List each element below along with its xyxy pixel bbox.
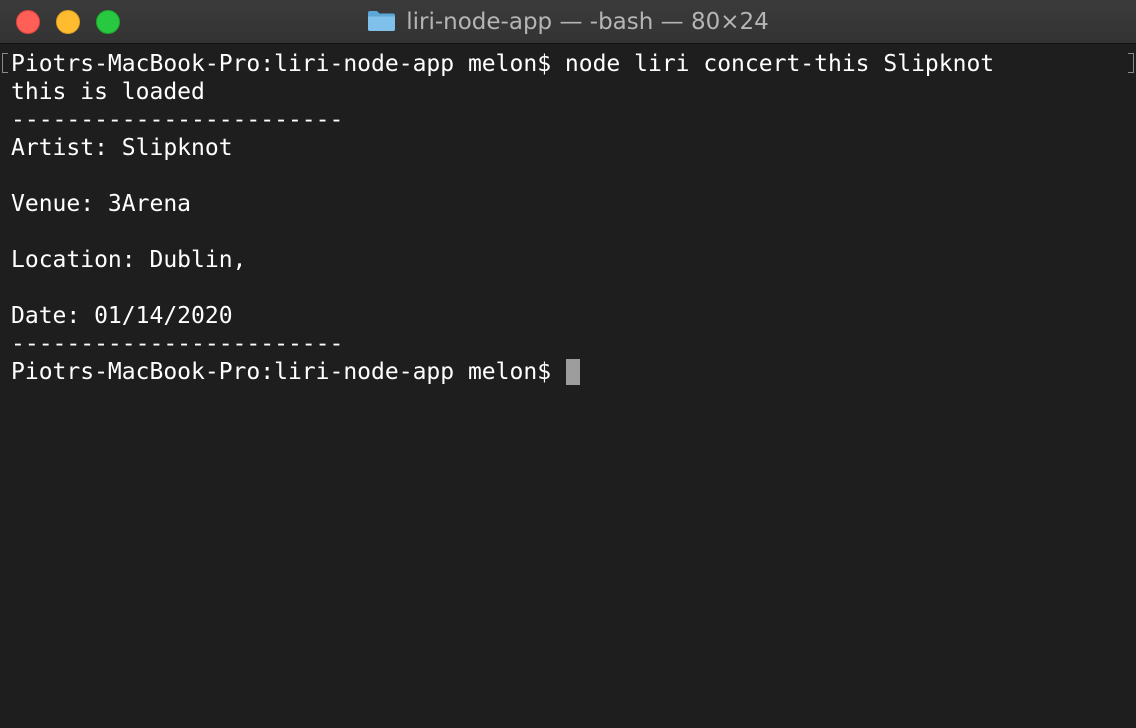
shell-prompt: Piotrs-MacBook-Pro:liri-node-app melon$ bbox=[11, 359, 565, 385]
terminal-line-command: Piotrs-MacBook-Pro:liri-node-app melon$ … bbox=[11, 51, 995, 77]
line-marker-right bbox=[1128, 53, 1134, 73]
terminal-window: liri-node-app — -bash — 80×24 Piotrs-Mac… bbox=[0, 0, 1136, 728]
terminal-line: this is loaded bbox=[11, 79, 205, 105]
terminal-line-artist: Artist: Slipknot bbox=[11, 135, 233, 161]
window-title-group: liri-node-app — -bash — 80×24 bbox=[0, 0, 1136, 44]
terminal-line-separator: ------------------------ bbox=[11, 331, 344, 357]
terminal-line-location: Location: Dublin, bbox=[11, 247, 247, 273]
title-bar[interactable]: liri-node-app — -bash — 80×24 bbox=[0, 0, 1136, 44]
line-marker-left bbox=[2, 53, 8, 73]
terminal-line-separator: ------------------------ bbox=[11, 107, 344, 133]
terminal-output: Piotrs-MacBook-Pro:liri-node-app melon$ … bbox=[11, 50, 994, 386]
terminal-content[interactable]: Piotrs-MacBook-Pro:liri-node-app melon$ … bbox=[0, 45, 1136, 728]
terminal-prompt-line[interactable]: Piotrs-MacBook-Pro:liri-node-app melon$ bbox=[11, 358, 994, 386]
terminal-line-date: Date: 01/14/2020 bbox=[11, 303, 233, 329]
terminal-line-venue: Venue: 3Arena bbox=[11, 191, 192, 217]
window-title: liri-node-app — -bash — 80×24 bbox=[406, 9, 769, 35]
text-cursor bbox=[565, 358, 580, 385]
folder-icon bbox=[367, 10, 396, 32]
